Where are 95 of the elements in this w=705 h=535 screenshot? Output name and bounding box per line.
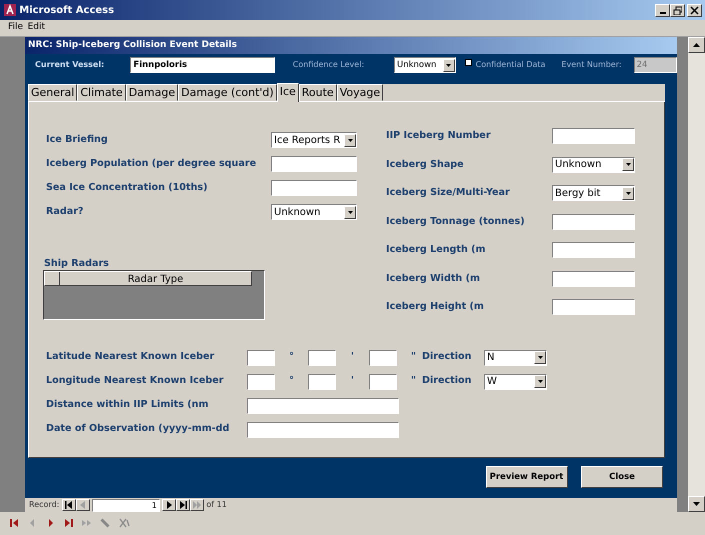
form-title: NRC: Ship-Iceberg Collision Event Details xyxy=(28,38,237,52)
field-label: IIP Iceberg Number xyxy=(386,129,492,144)
field-label: Iceberg Tonnage (tonnes) xyxy=(386,214,526,229)
unit-symbol: ° xyxy=(288,374,295,388)
first-record-button[interactable] xyxy=(62,499,76,511)
tab[interactable]: General xyxy=(28,84,78,101)
minimize-icon xyxy=(660,12,666,14)
field-label: Event Number: xyxy=(561,59,622,71)
combo-box[interactable]: Unknown xyxy=(271,204,357,220)
new-record-button[interactable] xyxy=(190,499,204,511)
field-label: Iceberg Length (m xyxy=(386,243,487,258)
previous-record-button[interactable] xyxy=(76,499,90,511)
field-label: Current Vessel: xyxy=(35,59,106,71)
field-label: Ice Briefing xyxy=(46,132,109,147)
field-label: Sea Ice Concentration (10ths) xyxy=(46,180,208,195)
input-field: 24 xyxy=(634,57,677,73)
last-record-icon xyxy=(178,501,188,509)
menu-item[interactable]: File xyxy=(8,21,24,35)
field-label: Iceberg Width (m xyxy=(386,272,481,286)
combo-value: Unknown xyxy=(274,206,322,219)
form-button[interactable]: Close xyxy=(581,466,663,488)
combo-box[interactable]: Unknown xyxy=(394,57,456,73)
close-icon xyxy=(690,6,699,14)
input-field[interactable] xyxy=(552,214,635,230)
next-record-button[interactable] xyxy=(162,499,176,511)
input-field[interactable] xyxy=(308,350,336,366)
record-number-field[interactable]: 1 xyxy=(92,498,160,512)
scroll-down-button[interactable] xyxy=(688,496,705,512)
unit-symbol: ' xyxy=(350,350,355,364)
minimize-button[interactable] xyxy=(655,4,670,16)
close-button[interactable] xyxy=(687,4,702,16)
field-label: Distance within IIP Limits (nm xyxy=(46,398,210,412)
field-label: Direction xyxy=(422,350,472,364)
combo-value: Unknown xyxy=(555,158,602,172)
combo-value: Unknown xyxy=(396,58,438,72)
input-field[interactable] xyxy=(308,374,336,390)
field-label: Radar? xyxy=(46,204,84,219)
checkbox-label: Confidential Data xyxy=(476,59,546,71)
field-label: Iceberg Population (per degree square xyxy=(46,156,258,171)
subform-title: Ship Radars xyxy=(44,258,109,270)
menu-item[interactable]: Edit xyxy=(28,21,45,35)
first-record-icon xyxy=(64,501,74,509)
field-label: Iceberg Size/Multi-Year xyxy=(386,186,511,200)
input-field[interactable] xyxy=(369,350,397,366)
combo-value: Ice Reports R xyxy=(274,134,342,147)
input-field[interactable] xyxy=(247,374,275,390)
input-field[interactable] xyxy=(271,180,357,196)
combo-box[interactable]: W xyxy=(484,374,547,390)
input-field[interactable] xyxy=(247,398,399,414)
previous-record-icon xyxy=(78,501,88,509)
field-label: Direction xyxy=(422,374,472,388)
tab[interactable]: Route xyxy=(298,84,337,101)
record-count: of 11 xyxy=(206,499,227,511)
combo-value: N xyxy=(487,351,496,364)
input-field[interactable]: Finnpoloris xyxy=(130,57,275,73)
input-field[interactable] xyxy=(552,128,635,144)
combo-box[interactable]: N xyxy=(484,350,547,366)
new-record-icon xyxy=(192,501,202,509)
checkbox[interactable] xyxy=(464,58,472,66)
combo-box[interactable]: Bergy bit xyxy=(552,185,635,202)
input-field[interactable] xyxy=(247,350,275,366)
down-arrow-icon xyxy=(693,502,700,506)
combo-value: W xyxy=(487,375,498,388)
tab[interactable]: Damage (cont'd) xyxy=(178,84,277,101)
input-field[interactable] xyxy=(552,299,635,316)
combo-value: Bergy bit xyxy=(555,186,602,200)
last-record-button[interactable] xyxy=(176,499,190,511)
input-field[interactable] xyxy=(247,422,399,438)
input-field[interactable] xyxy=(552,242,635,258)
access-logo-icon xyxy=(3,3,17,17)
field-label: Longitude Nearest Known Iceber xyxy=(46,374,224,388)
restore-button[interactable] xyxy=(670,4,685,16)
record-label: Record: xyxy=(29,499,60,511)
window-title: Microsoft Access xyxy=(19,4,114,18)
field-label: Confidence Level: xyxy=(292,59,366,71)
restore-icon xyxy=(673,6,682,14)
field-label: Date of Observation (yyyy-mm-dd xyxy=(46,422,230,436)
unit-symbol: ' xyxy=(350,374,355,388)
field-label: Latitude Nearest Known Iceber xyxy=(46,350,216,364)
unit-symbol: ° xyxy=(288,350,295,364)
tab[interactable]: Climate xyxy=(77,84,126,101)
input-field[interactable] xyxy=(369,374,397,390)
tab[interactable]: Damage xyxy=(126,84,178,101)
field-label: Iceberg Shape xyxy=(386,158,465,172)
field-label: Iceberg Height (m xyxy=(386,300,485,314)
form-button[interactable]: Preview Report xyxy=(486,466,568,488)
next-record-icon xyxy=(164,501,174,509)
tab[interactable]: Voyage xyxy=(336,84,384,101)
up-arrow-icon xyxy=(693,43,700,47)
combo-box[interactable]: Unknown xyxy=(552,156,635,173)
input-field[interactable] xyxy=(271,156,357,172)
input-field[interactable] xyxy=(552,270,635,287)
scroll-up-button[interactable] xyxy=(688,37,705,53)
combo-box[interactable]: Ice Reports R xyxy=(271,132,357,148)
tab[interactable]: Ice xyxy=(276,83,299,102)
